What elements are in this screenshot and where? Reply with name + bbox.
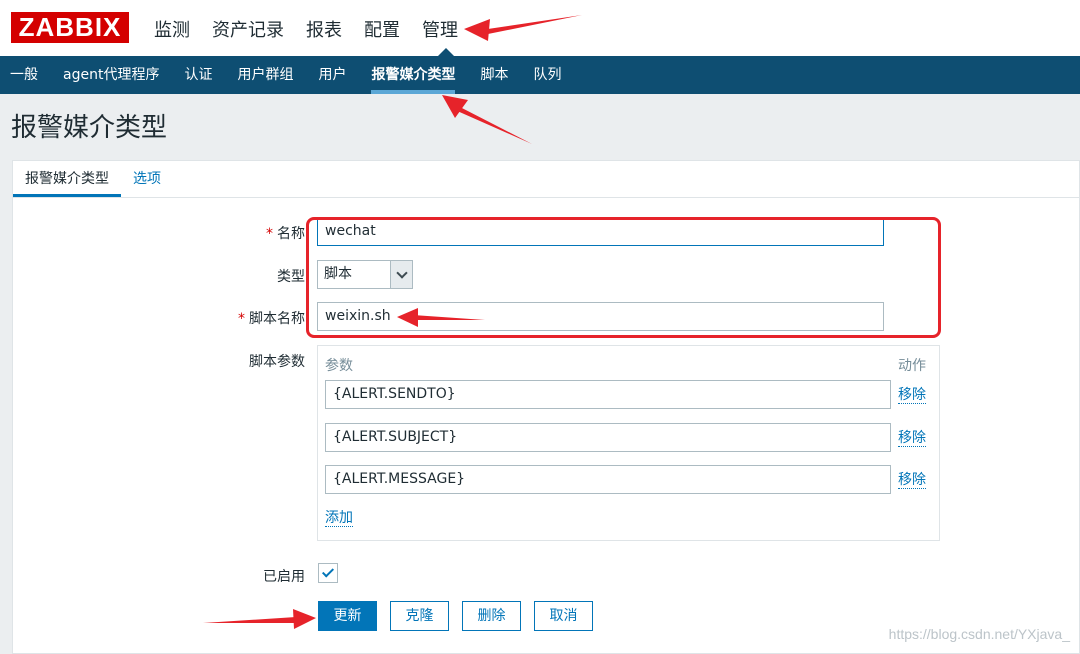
media-type-form-panel: 报警媒介类型 选项 * 名称 wechat 类型 脚本 * 脚本名称 weixin.… <box>12 160 1080 654</box>
param-input-1[interactable]: {ALERT.SENDTO} <box>325 380 891 409</box>
sub-navigation: 一般 agent代理程序 认证 用户群组 用户 报警媒介类型 脚本 队列 <box>0 56 1080 94</box>
sub-menu-user-groups[interactable]: 用户群组 <box>237 56 293 94</box>
sub-menu-general[interactable]: 一般 <box>10 56 38 94</box>
sub-menu-queue[interactable]: 队列 <box>533 56 561 94</box>
type-select[interactable]: 脚本 <box>317 260 413 289</box>
top-menu-configuration[interactable]: 配置 <box>364 16 400 42</box>
sub-menu-media-types[interactable]: 报警媒介类型 <box>371 56 456 94</box>
chevron-down-icon[interactable] <box>390 261 412 288</box>
name-label: * 名称 <box>13 223 305 243</box>
params-header-param: 参数 <box>325 358 353 374</box>
tab-options[interactable]: 选项 <box>121 161 173 197</box>
param-input-3[interactable]: {ALERT.MESSAGE} <box>325 465 891 494</box>
arrow-to-media-types <box>455 106 532 144</box>
param-remove-2[interactable]: 移除 <box>898 430 926 447</box>
top-menu-reports[interactable]: 报表 <box>306 16 342 42</box>
name-input[interactable]: wechat <box>317 217 884 246</box>
arrow-head-media-types <box>442 95 468 118</box>
active-menu-pointer <box>438 48 454 56</box>
sub-menu-authentication[interactable]: 认证 <box>184 56 212 94</box>
sub-menu-scripts[interactable]: 脚本 <box>480 56 508 94</box>
required-mark: * <box>266 226 273 242</box>
add-param-link[interactable]: 添加 <box>325 510 353 527</box>
script-params-label: 脚本参数 <box>249 354 305 370</box>
tab-media-type[interactable]: 报警媒介类型 <box>13 161 121 197</box>
type-select-value: 脚本 <box>324 266 352 282</box>
param-remove-1[interactable]: 移除 <box>898 387 926 404</box>
page-title: 报警媒介类型 <box>11 113 168 143</box>
param-input-2[interactable]: {ALERT.SUBJECT} <box>325 423 891 452</box>
watermark: https://blog.csdn.net/YXjava_ <box>888 626 1070 642</box>
enabled-checkbox[interactable] <box>318 563 338 583</box>
enabled-label: 已启用 <box>263 569 305 585</box>
form-tabs: 报警媒介类型 选项 <box>13 161 1079 198</box>
top-menu: 监测 资产记录 报表 配置 管理 <box>154 16 480 42</box>
cancel-button[interactable]: 取消 <box>534 601 593 631</box>
top-menu-administration[interactable]: 管理 <box>422 16 458 42</box>
top-bar: ZABBIX 监测 资产记录 报表 配置 管理 <box>0 0 1080 56</box>
script-name-label-text: 脚本名称 <box>249 311 305 327</box>
script-params-table: 参数 动作 {ALERT.SENDTO} 移除 {ALERT.SUBJECT} … <box>317 345 940 541</box>
name-label-text: 名称 <box>277 226 305 242</box>
update-button[interactable]: 更新 <box>318 601 377 631</box>
sub-menu-proxies[interactable]: agent代理程序 <box>63 56 159 94</box>
sub-menu-users[interactable]: 用户 <box>318 56 346 94</box>
required-mark: * <box>238 311 245 327</box>
delete-button[interactable]: 删除 <box>462 601 521 631</box>
check-icon <box>321 565 335 578</box>
params-header-action: 动作 <box>898 358 926 374</box>
top-menu-inventory[interactable]: 资产记录 <box>212 16 284 42</box>
zabbix-logo[interactable]: ZABBIX <box>11 12 129 43</box>
script-name-input[interactable]: weixin.sh <box>317 302 884 331</box>
type-label: 类型 <box>277 269 305 285</box>
clone-button[interactable]: 克隆 <box>390 601 449 631</box>
param-remove-3[interactable]: 移除 <box>898 472 926 489</box>
script-name-label: * 脚本名称 <box>13 308 305 328</box>
top-menu-monitoring[interactable]: 监测 <box>154 16 190 42</box>
